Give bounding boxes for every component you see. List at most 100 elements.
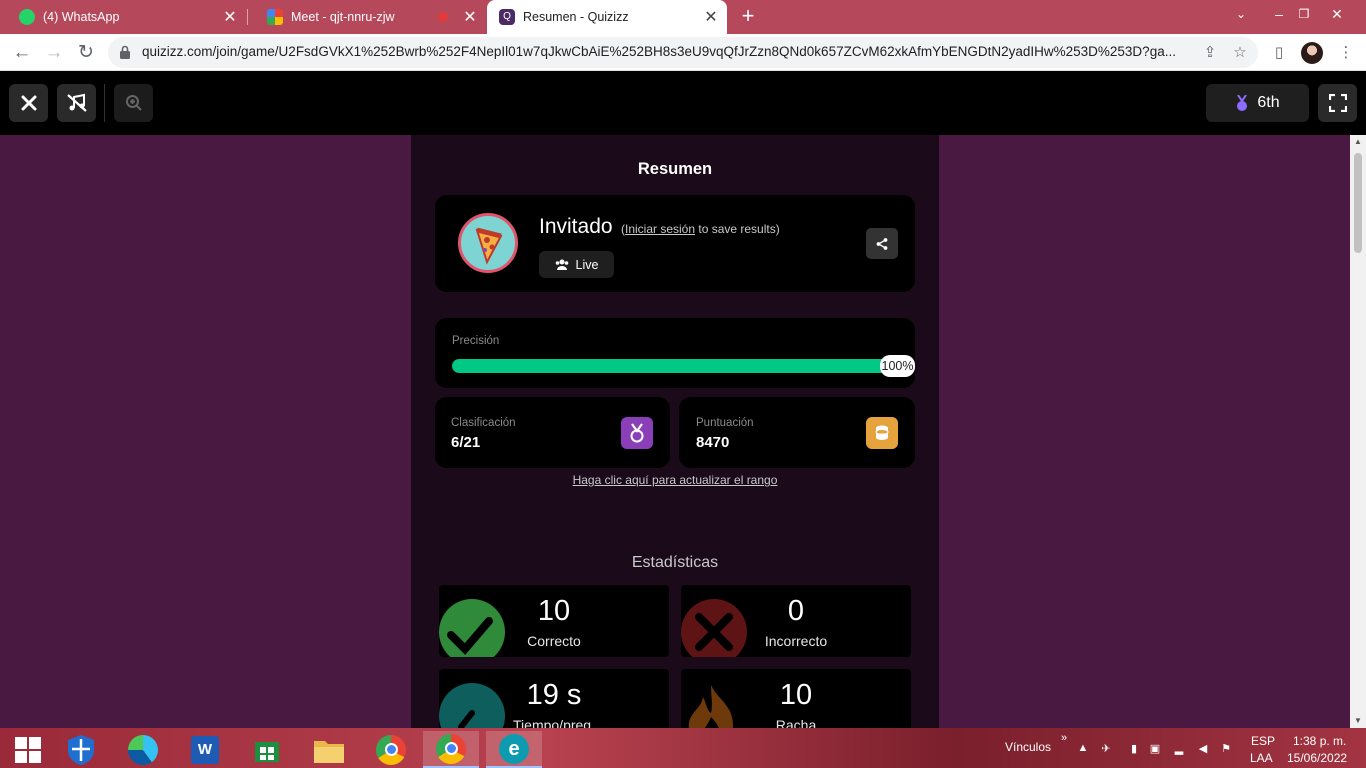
flag-icon[interactable]: ⚑ — [1219, 742, 1233, 756]
minimize-icon[interactable]: – — [1265, 0, 1293, 34]
stat-value: 19 s — [526, 679, 582, 711]
battery-icon[interactable]: ▮ — [1127, 742, 1141, 756]
stopwatch-icon — [439, 683, 505, 728]
chrome-active-icon[interactable] — [423, 731, 479, 768]
ranking-badge — [621, 417, 653, 449]
stat-streak: 10 Racha — [681, 669, 911, 728]
stats-title: Estadísticas — [631, 554, 719, 571]
keyboard-layout[interactable]: LAA — [1250, 751, 1273, 765]
tab-whatsapp[interactable]: (4) WhatsApp ✕ — [0, 0, 246, 34]
score-label: Puntuación — [696, 417, 754, 429]
scrollbar-thumb[interactable] — [1354, 153, 1362, 253]
links-toolbar-label[interactable]: Vínculos — [1005, 740, 1051, 754]
stat-label: Correcto — [527, 633, 581, 649]
links-expand-icon[interactable]: » — [1061, 732, 1067, 744]
game-mode-text: Live — [575, 257, 599, 272]
stat-label: Tiempo/preg. — [513, 717, 595, 728]
accuracy-bar — [452, 359, 892, 373]
exit-button[interactable] — [9, 84, 48, 122]
stat-label: Incorrecto — [764, 633, 828, 649]
close-icon[interactable]: ✕ — [701, 7, 721, 27]
tab-title: (4) WhatsApp — [43, 10, 120, 24]
share-button[interactable] — [866, 228, 898, 259]
stat-label: Racha — [775, 717, 817, 728]
close-icon[interactable]: ✕ — [460, 7, 480, 27]
bookmark-star-icon[interactable]: ☆ — [1230, 43, 1250, 63]
restore-icon[interactable]: ❐ — [1290, 0, 1318, 34]
tab-quizizz[interactable]: Q Resumen - Quizizz ✕ — [487, 0, 727, 34]
signal-icon[interactable]: ▂ — [1172, 742, 1186, 756]
stat-time-per-question: 19 s Tiempo/preg. — [439, 669, 669, 728]
login-note: (Iniciar sesión to save results) — [621, 222, 780, 236]
tab-title: Meet - qjt-nnru-zjw — [291, 10, 395, 24]
scroll-up-arrow-icon[interactable]: ▲ — [1350, 135, 1366, 149]
clock-date[interactable]: 15/06/2022 — [1287, 751, 1347, 765]
rank-indicator: 6th — [1206, 84, 1309, 122]
tab-title: Resumen - Quizizz — [523, 10, 629, 24]
zoom-button[interactable] — [114, 84, 153, 122]
chrome-icon[interactable] — [363, 731, 419, 768]
flame-icon — [688, 685, 733, 728]
profile-avatar[interactable] — [1301, 42, 1323, 64]
tray-overflow-chevron-icon[interactable]: ▲ — [1076, 742, 1090, 756]
volume-icon[interactable]: ◀ — [1196, 742, 1210, 756]
update-rank-link[interactable]: Haga clic aquí para actualizar el rango — [411, 473, 939, 487]
tab-meet[interactable]: Meet - qjt-nnru-zjw ✕ — [248, 0, 486, 34]
new-tab-button[interactable]: + — [737, 5, 759, 27]
close-window-icon[interactable]: ✕ — [1323, 0, 1351, 34]
reload-icon[interactable]: ↻ — [72, 39, 100, 67]
edge-browser-icon[interactable] — [115, 731, 171, 768]
summary-title: Resumen — [637, 160, 713, 178]
fullscreen-button[interactable] — [1318, 84, 1357, 122]
quiz-top-bar: 6th — [0, 71, 1366, 135]
file-explorer-icon[interactable] — [301, 731, 357, 768]
security-shield-icon[interactable] — [53, 731, 109, 768]
close-icon[interactable]: ✕ — [220, 7, 240, 27]
stat-correct: 10 Correcto — [439, 585, 669, 657]
eset-icon[interactable]: e — [486, 731, 542, 768]
microsoft-store-icon[interactable] — [239, 731, 295, 768]
login-link[interactable]: Iniciar sesión — [625, 222, 695, 236]
tab-search-icon[interactable]: ⌄ — [1227, 0, 1255, 34]
side-panel-icon[interactable]: ▯ — [1269, 43, 1289, 63]
url-text: quizizz.com/join/game/U2FsdGVkX1%252Bwrb… — [142, 44, 1176, 59]
score-badge — [866, 417, 898, 449]
menu-kebab-icon[interactable]: ⋮ — [1336, 43, 1356, 63]
mute-music-button[interactable] — [57, 84, 96, 122]
pizza-avatar-icon — [475, 227, 503, 265]
page-scrollbar[interactable]: ▲ ▼ — [1350, 135, 1366, 728]
input-language[interactable]: ESP — [1251, 734, 1275, 748]
accuracy-bar-fill — [452, 359, 892, 373]
windows-taskbar: W e Vínculos » ▲ ✈ ▮ ▣ ▂ ◀ ⚑ ESP LAA 1:3… — [0, 728, 1366, 768]
profile-card: Invitado (Iniciar sesión to save results… — [435, 195, 915, 292]
forward-arrow-icon[interactable]: → — [40, 39, 68, 67]
meet-icon — [267, 9, 283, 25]
device-icon[interactable]: ▣ — [1148, 742, 1162, 756]
x-icon — [681, 599, 747, 657]
accuracy-percent: 100% — [880, 355, 915, 377]
game-mode-badge: Live — [539, 251, 614, 278]
share-icon — [876, 237, 888, 250]
user-name: Invitado — [539, 215, 613, 238]
avatar — [458, 213, 518, 273]
score-value: 8470 — [696, 434, 730, 451]
page-background: Resumen Invitado (Iniciar sesión to save… — [0, 135, 1350, 728]
stat-value: 0 — [787, 595, 805, 627]
fullscreen-icon — [1328, 94, 1347, 112]
windows-start-icon[interactable] — [0, 731, 56, 768]
rank-text: 6th — [1257, 94, 1280, 111]
scroll-down-arrow-icon[interactable]: ▼ — [1350, 714, 1366, 728]
recording-icon — [438, 12, 448, 22]
word-icon[interactable]: W — [177, 731, 233, 768]
address-bar[interactable]: quizizz.com/join/game/U2FsdGVkX1%252Bwrb… — [108, 37, 1258, 68]
ranking-label: Clasificación — [451, 417, 516, 429]
network-disconnected-icon[interactable]: ✈ — [1099, 742, 1113, 756]
back-arrow-icon[interactable]: ← — [8, 39, 36, 67]
stat-incorrect: 0 Incorrecto — [681, 585, 911, 657]
group-icon — [555, 259, 568, 270]
medal-icon — [630, 423, 644, 443]
ranking-card: Clasificación 6/21 — [435, 397, 670, 468]
share-page-icon[interactable]: ⇪ — [1200, 43, 1220, 63]
accuracy-label: Precisión — [452, 335, 500, 347]
clock-time[interactable]: 1:38 p. m. — [1293, 734, 1346, 748]
